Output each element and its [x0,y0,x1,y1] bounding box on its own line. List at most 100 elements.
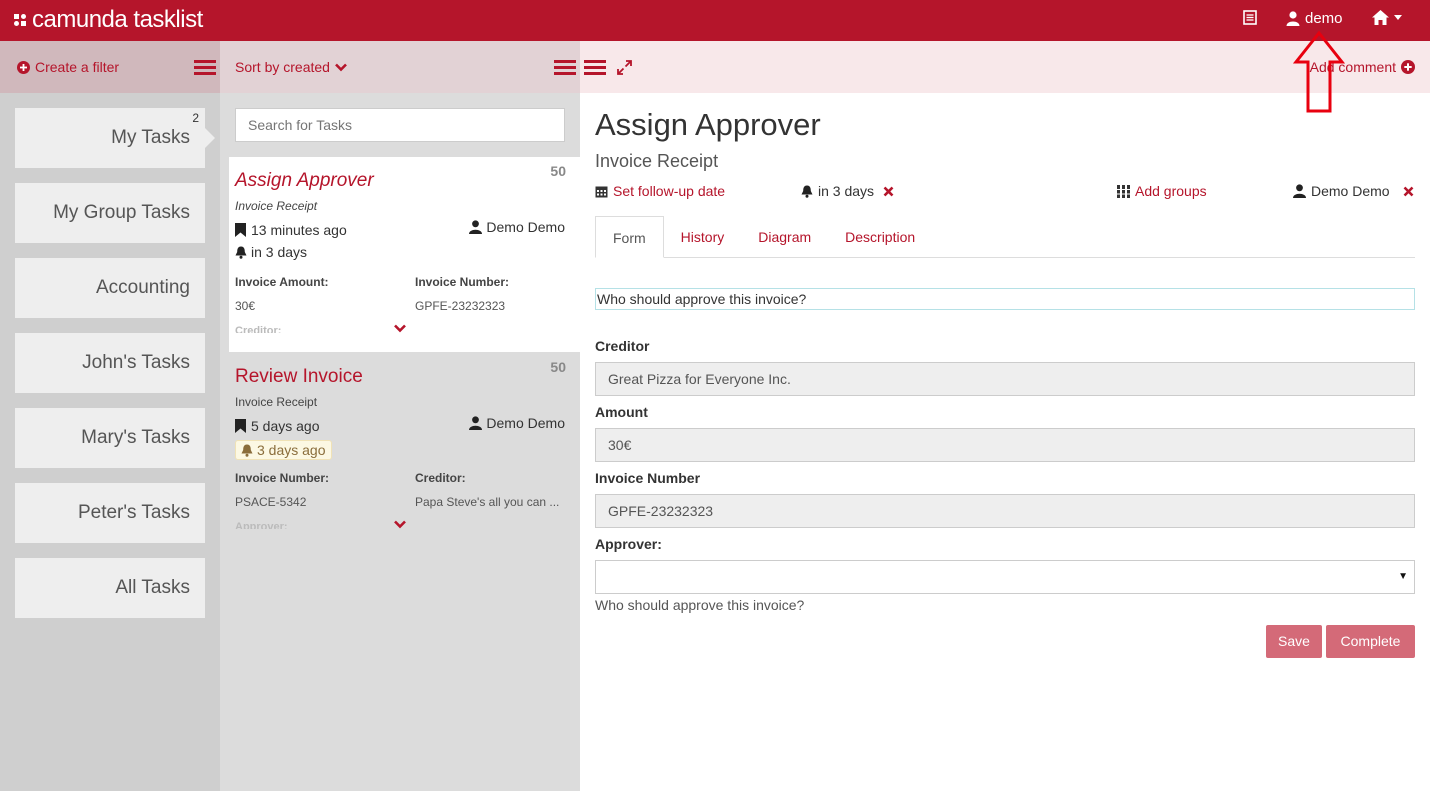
form-description: Who should approve this invoice? [595,288,1415,310]
task-name-link[interactable]: Review Invoice [235,365,565,389]
home-icon [1372,10,1389,25]
filter-marys-tasks[interactable]: Mary's Tasks [15,408,205,468]
approver-select[interactable]: ▼ [595,560,1415,594]
expand-variables-icon[interactable] [394,520,406,529]
calendar-icon [595,185,608,198]
task-process-name: Invoice Receipt [235,395,318,409]
variable-value: GPFE-23232323 [415,299,506,313]
brand-logo[interactable]: camunda tasklist [14,7,203,33]
task-created-time: 13 minutes ago [251,222,347,238]
bookmark-icon [235,419,246,433]
approver-help-text: Who should approve this invoice? [595,597,805,613]
app-switcher-menu[interactable] [1372,10,1402,25]
engine-list-button[interactable] [1243,10,1257,25]
task-due-date: in 3 days [235,244,307,260]
collapse-filters-icon[interactable] [194,60,216,75]
process-name: Invoice Receipt [595,151,719,171]
tab-diagram[interactable]: Diagram [741,216,828,258]
user-icon [1286,11,1300,26]
filter-my-group-tasks[interactable]: My Group Tasks [15,183,205,243]
variable-value: PSACE-5342 [235,495,307,509]
filter-label: John's Tasks [82,352,190,373]
create-filter-label: Create a filter [35,59,120,75]
remove-due-date-icon[interactable] [883,186,894,197]
user-menu[interactable]: demo [1286,10,1343,27]
top-navbar: camunda tasklist demo [0,0,1430,41]
task-assignee: Demo Demo [469,219,565,235]
variable-label: Invoice Number: [235,471,330,485]
due-date[interactable]: in 3 days [801,183,894,199]
task-created-time: 5 days ago [251,418,320,434]
task-list-column: Sort by created 50 Assign Approver Invoi… [220,41,580,791]
filter-label: Mary's Tasks [81,427,190,448]
invoice-number-field: GPFE-23232323 [595,494,1415,528]
filter-count-badge: 2 [192,111,199,125]
save-button[interactable]: Save [1266,625,1322,658]
task-assignee: Demo Demo [469,415,565,431]
filter-peters-tasks[interactable]: Peter's Tasks [15,483,205,543]
bell-icon [801,185,813,198]
filters-toolbar: Create a filter [0,41,220,93]
caret-down-icon: ▼ [1398,571,1408,582]
task-assignee[interactable]: Demo Demo [1293,183,1414,199]
collapse-detail-icon[interactable] [584,60,606,75]
filter-johns-tasks[interactable]: John's Tasks [15,333,205,393]
bell-icon [241,444,253,457]
variable-label-truncated: Approver: [235,521,288,529]
sort-dropdown[interactable]: Sort by created [235,59,347,75]
task-item-review-invoice[interactable]: 50 Review Invoice Invoice Receipt 5 days… [229,353,580,548]
complete-button[interactable]: Complete [1326,625,1415,658]
create-filter-button[interactable]: Create a filter [17,59,119,75]
groups-grid-icon [1117,184,1130,198]
add-groups-button[interactable]: Add groups [1117,183,1207,199]
remove-assignee-icon[interactable] [1403,186,1414,197]
task-due-row: in 3 days [235,241,565,263]
task-item-assign-approver[interactable]: 50 Assign Approver Invoice Receipt 13 mi… [229,157,580,352]
list-icon [1243,10,1257,25]
task-due-row: 3 days ago [235,437,565,463]
amount-label: Amount [595,404,648,420]
plus-circle-icon [17,60,30,74]
variable-label-truncated: Creditor: [235,325,282,333]
user-icon [469,416,483,430]
variable-value: 30€ [235,299,256,313]
add-groups-label: Add groups [1135,183,1207,199]
brand-name: camunda tasklist [32,6,203,33]
due-date-text: in 3 days [818,183,875,199]
filter-label: My Group Tasks [53,202,190,223]
filter-all-tasks[interactable]: All Tasks [15,558,205,618]
task-title: Assign Approver [595,107,821,142]
tab-description[interactable]: Description [828,216,932,258]
assignee-name: Demo Demo [1311,183,1390,199]
task-detail-tabs: Form History Diagram Description [595,216,1415,258]
bookmark-icon [235,223,246,237]
filter-my-tasks[interactable]: My Tasks 2 [15,108,215,168]
chevron-down-icon [335,63,347,72]
set-follow-up-date-button[interactable]: Set follow-up date [595,183,725,199]
task-priority: 50 [550,163,566,179]
expand-fullscreen-icon[interactable] [617,60,632,75]
task-priority: 50 [550,359,566,375]
search-tasks-input[interactable] [235,108,565,142]
variable-value: Papa Steve's all you can ... [415,495,560,509]
filter-accounting[interactable]: Accounting [15,258,205,318]
task-name-link[interactable]: Assign Approver [235,169,565,193]
task-overdue-badge: 3 days ago [235,440,332,460]
task-detail-column: Add comment Assign Approver Invoice Rece… [580,41,1430,791]
caret-down-icon [1394,15,1402,20]
tab-form[interactable]: Form [595,216,664,258]
expand-variables-icon[interactable] [394,324,406,333]
task-created-row: 5 days ago Demo Demo [235,415,565,437]
task-list-toolbar: Sort by created [220,41,580,93]
filter-label: All Tasks [115,577,190,598]
approver-label: Approver: [595,536,662,552]
invoice-number-label: Invoice Number [595,470,701,486]
sort-label: Sort by created [235,59,330,75]
variable-label: Creditor: [415,471,466,485]
collapse-list-icon[interactable] [554,60,576,75]
amount-field: 30€ [595,428,1415,462]
tab-history[interactable]: History [664,216,742,258]
filter-label: Peter's Tasks [77,502,190,523]
variable-label: Invoice Number: [415,275,510,289]
user-icon [1293,184,1306,198]
